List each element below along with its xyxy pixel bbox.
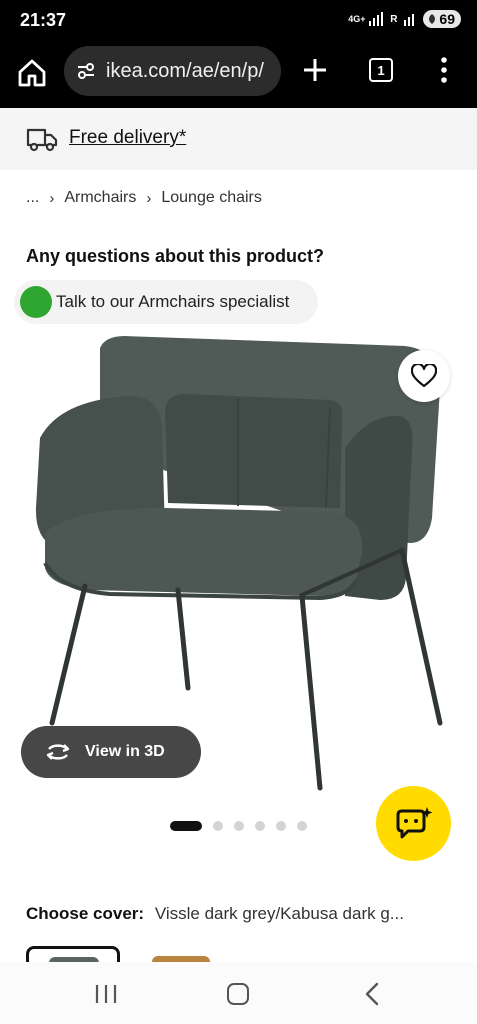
more-options-icon[interactable] xyxy=(434,55,454,85)
cover-value: Vissle dark grey/Kabusa dark g... xyxy=(154,904,404,923)
favourite-button[interactable] xyxy=(398,350,450,402)
chevron-right-icon: › xyxy=(49,189,55,207)
carousel-dot[interactable] xyxy=(276,821,286,831)
free-delivery-link[interactable]: Free delivery* xyxy=(69,127,186,149)
new-tab-icon[interactable] xyxy=(300,55,330,85)
breadcrumb-ellipsis[interactable]: ... xyxy=(26,189,39,207)
specialist-status-dot xyxy=(20,286,52,318)
battery-indicator: 69 xyxy=(423,10,461,28)
status-time: 21:37 xyxy=(20,10,67,30)
view-in-3d-button[interactable]: View in 3D xyxy=(21,726,201,778)
home-icon[interactable] xyxy=(16,57,48,89)
recent-apps-icon[interactable] xyxy=(94,984,118,1004)
url-text: ikea.com/ae/en/p/ xyxy=(106,59,264,82)
chat-sparkle-icon xyxy=(396,806,432,838)
battery-saver-icon xyxy=(429,14,436,24)
cover-selector: Choose cover: Vissle dark grey/Kabusa da… xyxy=(26,904,466,924)
signal-icon-2 xyxy=(404,14,415,26)
site-settings-icon[interactable] xyxy=(76,61,96,81)
breadcrumb-lounge-chairs[interactable]: Lounge chairs xyxy=(161,189,262,207)
questions-heading: Any questions about this product? xyxy=(26,246,324,266)
cover-label: Choose cover: xyxy=(26,904,145,923)
chat-assistant-button[interactable] xyxy=(376,786,451,861)
rotate-3d-icon xyxy=(46,744,70,760)
breadcrumb: ... › Armchairs › Lounge chairs xyxy=(26,189,262,207)
chair-seat xyxy=(45,508,363,596)
specialist-label: Talk to our Armchairs specialist xyxy=(56,292,290,311)
battery-level: 69 xyxy=(439,11,455,27)
talk-to-specialist-button[interactable]: Talk to our Armchairs specialist xyxy=(14,280,318,324)
roaming-label: R xyxy=(390,13,398,25)
status-bar: 21:37 4G+ R 69 xyxy=(0,0,477,40)
breadcrumb-armchairs[interactable]: Armchairs xyxy=(64,189,136,207)
carousel-dot[interactable] xyxy=(234,821,244,831)
chair-back-cushion xyxy=(165,394,343,508)
back-icon[interactable] xyxy=(362,982,382,1006)
carousel-dot-active[interactable] xyxy=(170,821,202,831)
tab-switcher-button[interactable]: 1 xyxy=(369,58,393,82)
carousel-dot[interactable] xyxy=(297,821,307,831)
home-nav-icon[interactable] xyxy=(227,983,249,1005)
carousel-dot[interactable] xyxy=(255,821,265,831)
view-in-3d-label: View in 3D xyxy=(85,743,165,760)
delivery-banner: Free delivery* xyxy=(0,108,477,170)
status-icons: 4G+ R 69 xyxy=(348,10,461,28)
heart-icon xyxy=(411,364,437,388)
browser-toolbar: ikea.com/ae/en/p/ 1 xyxy=(0,40,477,108)
carousel-dot[interactable] xyxy=(213,821,223,831)
signal-icon xyxy=(369,12,384,26)
network-type-label: 4G+ xyxy=(348,13,366,24)
carousel-indicator xyxy=(170,821,307,831)
truck-icon xyxy=(26,128,58,152)
address-bar[interactable]: ikea.com/ae/en/p/ xyxy=(64,46,281,96)
system-nav-bar xyxy=(0,962,477,1024)
chevron-right-icon: › xyxy=(146,189,152,207)
